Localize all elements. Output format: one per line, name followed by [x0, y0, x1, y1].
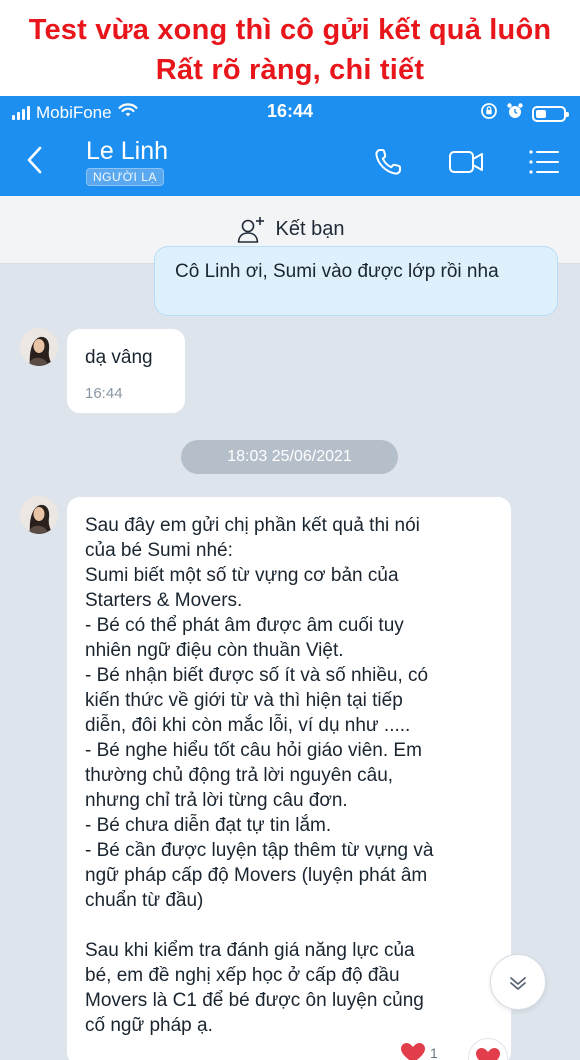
- outgoing-message[interactable]: Cô Linh ơi, Sumi vào được lớp rồi nha: [154, 246, 558, 316]
- message-text: dạ vâng: [85, 347, 153, 368]
- reaction-count: 1: [430, 1045, 438, 1060]
- message-time: 16:44: [85, 385, 123, 402]
- back-button[interactable]: [20, 138, 52, 182]
- incoming-message[interactable]: dạ vâng 16:44: [66, 328, 186, 414]
- contact-name: Le Linh: [86, 137, 169, 165]
- caption-banner: Test vừa xong thì cô gửi kết quả luôn Rấ…: [0, 0, 580, 96]
- alarm-icon: [506, 102, 524, 125]
- stranger-tag: NGƯỜI LẠ: [86, 168, 164, 186]
- contact-info[interactable]: Le Linh NGƯỜI LẠ: [86, 136, 168, 186]
- top-bar: MobiFone 16:44 Le Linh NGƯỜI LẠ: [0, 96, 580, 196]
- avatar[interactable]: [20, 496, 58, 534]
- heart-icon: [401, 1043, 425, 1060]
- message-text: Cô Linh ơi, Sumi vào được lớp rồi nha: [175, 261, 499, 282]
- caption-line-2: Rất rõ ràng, chi tiết: [155, 54, 425, 86]
- caption-line-1: Test vừa xong thì cô gửi kết quả luôn: [28, 14, 552, 46]
- status-bar: MobiFone 16:44: [0, 96, 580, 128]
- chevron-down-icon: [510, 977, 526, 990]
- message-text: Sau đây em gửi chị phần kết quả thi nói …: [85, 515, 434, 1036]
- video-call-button[interactable]: [446, 142, 486, 182]
- battery-icon: [532, 105, 569, 122]
- heart-icon: [476, 1048, 500, 1060]
- call-button[interactable]: [368, 142, 408, 182]
- video-icon: [449, 151, 483, 173]
- avatar-image: [20, 328, 58, 366]
- phone-screen: MobiFone 16:44 Le Linh NGƯỜI LẠ Kết bạn …: [0, 96, 580, 1060]
- menu-button[interactable]: [524, 142, 564, 182]
- back-icon: [27, 146, 42, 174]
- avatar-image: [20, 496, 58, 534]
- avatar[interactable]: [20, 328, 58, 366]
- add-friend-label: Kết bạn: [275, 218, 345, 240]
- add-friend-icon: [237, 216, 264, 243]
- scroll-down-button[interactable]: [490, 954, 546, 1010]
- menu-icon: [529, 150, 559, 174]
- chat-header: Le Linh NGƯỜI LẠ: [0, 128, 580, 196]
- reaction-summary[interactable]: 1: [400, 1042, 438, 1060]
- phone-icon: [375, 149, 401, 175]
- incoming-message-report[interactable]: Sau đây em gửi chị phần kết quả thi nói …: [66, 496, 512, 1060]
- date-separator: 18:03 25/06/2021: [181, 440, 398, 474]
- lock-rotation-icon: [480, 102, 498, 125]
